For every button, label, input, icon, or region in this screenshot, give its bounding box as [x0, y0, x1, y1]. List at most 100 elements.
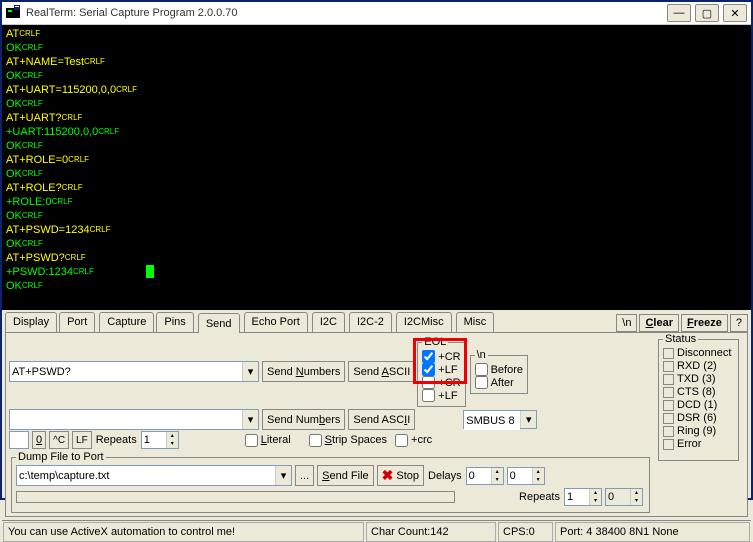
status-led-cts-8-: CTS (8) [663, 386, 734, 398]
dump-repeat2-spinner: ▴▾ [605, 488, 643, 506]
terminal-line: OKCRLF [6, 41, 747, 55]
status-led-ring-9-: Ring (9) [663, 425, 734, 437]
smbus-combo[interactable]: ▾ [463, 410, 537, 429]
window-title: RealTerm: Serial Capture Program 2.0.0.7… [26, 7, 663, 19]
chevron-down-icon[interactable]: ▾ [275, 466, 291, 485]
tab-port[interactable]: Port [59, 312, 95, 332]
lf-button[interactable]: LF [72, 431, 92, 449]
stop-button[interactable]: ✖ Stop [377, 465, 424, 486]
literal-checkbox[interactable]: Literal [245, 434, 291, 447]
status-led-disconnect: Disconnect [663, 347, 734, 359]
minimize-button[interactable]: — [667, 4, 691, 22]
help-button[interactable]: ? [730, 314, 748, 332]
status-led-txd-3-: TXD (3) [663, 373, 734, 385]
terminal-line: +UART:115200,0,0CRLF [6, 125, 747, 139]
dump-file-legend: Dump File to Port [16, 451, 106, 463]
dump-repeats-label: Repeats [519, 491, 560, 503]
delays-label: Delays [428, 470, 462, 482]
terminal-output: ATCRLFOKCRLFAT+NAME=TestCRLFOKCRLFAT+UAR… [2, 25, 751, 310]
send-input-2[interactable] [10, 410, 242, 429]
tab-echo-port[interactable]: Echo Port [244, 312, 308, 332]
newline-button[interactable]: \n [616, 314, 637, 332]
status-cps: CPS:0 [498, 522, 553, 542]
terminal-line: OKCRLF [6, 237, 747, 251]
tab-send[interactable]: Send [198, 313, 240, 333]
dump-path-input[interactable] [17, 466, 275, 485]
delay2-spinner[interactable]: ▴▾ [507, 467, 545, 485]
terminal-line: AT+ROLE?CRLF [6, 181, 747, 195]
chevron-down-icon[interactable]: ▾ [242, 362, 258, 381]
repeats-spinner[interactable]: ▴▾ [141, 431, 179, 449]
tab-i2c[interactable]: I2C [312, 312, 345, 332]
clear-button[interactable]: Clear [639, 314, 679, 332]
terminal-line: +ROLE:0CRLF [6, 195, 747, 209]
eol-cr-checkbox[interactable]: +CR [422, 350, 460, 363]
crc-checkbox[interactable]: +crc [395, 434, 432, 447]
close-button[interactable]: ✕ [723, 4, 747, 22]
status-port: Port: 4 38400 8N1 None [555, 522, 750, 542]
tab-capture[interactable]: Capture [99, 312, 154, 332]
status-message: You can use ActiveX automation to contro… [3, 522, 364, 542]
terminal-line: AT+NAME=TestCRLF [6, 55, 747, 69]
terminal-line: AT+PSWD=1234CRLF [6, 223, 747, 237]
terminal-line: +PSWD:1234CRLF [6, 265, 747, 279]
app-icon [6, 5, 22, 21]
tab-misc[interactable]: Misc [456, 312, 495, 332]
dump-repeat1-spinner[interactable]: ▴▾ [564, 488, 602, 506]
terminal-line: OKCRLF [6, 209, 747, 223]
before-checkbox[interactable]: Before [475, 363, 523, 376]
chevron-down-icon[interactable]: ▾ [520, 411, 536, 428]
titlebar: RealTerm: Serial Capture Program 2.0.0.7… [2, 2, 751, 25]
status-legend: Status [663, 333, 698, 345]
eol-lf-checkbox[interactable]: +LF [422, 363, 460, 376]
tab-display[interactable]: Display [5, 312, 57, 332]
backslash-n-legend: \n [475, 349, 488, 361]
tab-row: DisplayPortCapturePinsSendEcho PortI2CI2… [2, 310, 751, 332]
send-input-1[interactable] [10, 362, 242, 381]
send-input-2-combo[interactable]: ▾ [9, 409, 259, 430]
send-numbers-2-button[interactable]: Send Numbers [262, 409, 345, 430]
zero-button[interactable]: 0 [32, 431, 46, 449]
terminal-line: OKCRLF [6, 139, 747, 153]
eol-cr2-checkbox[interactable]: +CR [422, 376, 460, 389]
after-checkbox[interactable]: After [475, 376, 523, 389]
eol-lf2-checkbox[interactable]: +LF [422, 389, 460, 402]
status-group: Status DisconnectRXD (2)TXD (3)CTS (8)DC… [656, 333, 741, 461]
terminal-line: AT+PSWD?CRLF [6, 251, 747, 265]
tab-i2c-2[interactable]: I2C-2 [349, 312, 392, 332]
terminal-line: AT+UART?CRLF [6, 111, 747, 125]
terminal-line: OKCRLF [6, 69, 747, 83]
send-tab-panel: ▾ Send Numbers Send ASCII EOL +CR +LF +C… [5, 332, 748, 517]
terminal-line: OKCRLF [6, 279, 747, 293]
send-numbers-1-button[interactable]: Send Numbers [262, 361, 345, 382]
terminal-line: ATCRLF [6, 27, 747, 41]
status-led-rxd-2-: RXD (2) [663, 360, 734, 372]
send-ascii-1-button[interactable]: Send ASCII [348, 361, 415, 382]
terminal-line: OKCRLF [6, 167, 747, 181]
status-led-dcd-1-: DCD (1) [663, 399, 734, 411]
send-input-1-combo[interactable]: ▾ [9, 361, 259, 382]
status-charcount: Char Count:142 [366, 522, 496, 542]
dump-file-group: Dump File to Port ▾ ... Send File ✖ Stop… [11, 451, 650, 513]
delay1-spinner[interactable]: ▴▾ [466, 467, 504, 485]
strip-spaces-checkbox[interactable]: Strip Spaces [309, 434, 387, 447]
chevron-down-icon[interactable]: ▾ [242, 410, 258, 429]
char-preview [9, 431, 29, 449]
ctrl-c-button[interactable]: ^C [49, 431, 69, 449]
tab-pins[interactable]: Pins [156, 312, 193, 332]
statusbar: You can use ActiveX automation to contro… [2, 520, 751, 542]
freeze-button[interactable]: Freeze [681, 314, 728, 332]
repeats-label: Repeats [96, 434, 137, 446]
status-led-dsr-6-: DSR (6) [663, 412, 734, 424]
terminal-line: AT+UART=115200,0,0CRLF [6, 83, 747, 97]
terminal-line: AT+ROLE=0CRLF [6, 153, 747, 167]
status-led-error: Error [663, 438, 734, 450]
send-ascii-2-button[interactable]: Send ASCII [348, 409, 415, 430]
tab-i2cmisc[interactable]: I2CMisc [396, 312, 452, 332]
maximize-button[interactable]: ▢ [695, 4, 719, 22]
x-icon: ✖ [382, 467, 394, 484]
send-file-button[interactable]: Send File [317, 465, 373, 486]
browse-button[interactable]: ... [295, 465, 314, 486]
progress-bar [16, 491, 455, 503]
dump-path-combo[interactable]: ▾ [16, 465, 292, 486]
